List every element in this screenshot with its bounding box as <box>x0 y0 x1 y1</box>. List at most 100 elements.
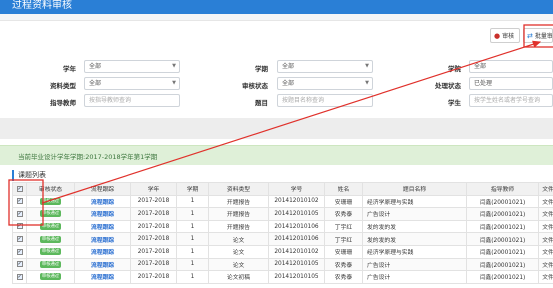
file-cell[interactable]: 文件 <box>538 270 553 284</box>
handle-select[interactable]: 已处理 <box>469 77 553 90</box>
row-checkbox[interactable]: ✓ <box>16 273 23 280</box>
type-label: 资料类型 <box>50 82 76 90</box>
track-cell[interactable]: 流程跟踪 <box>74 194 131 209</box>
row-select-cell[interactable]: ✓ <box>12 219 27 234</box>
teacher-cell: 闫鑫(20001021) <box>466 194 539 209</box>
college-select[interactable]: 全部 <box>469 60 553 73</box>
table-row[interactable]: ✓ 审核通过 流程跟踪 2017-2018 1 论文 201412010102 … <box>12 244 553 259</box>
track-cell[interactable]: 流程跟踪 <box>74 232 131 246</box>
track-link[interactable]: 流程跟踪 <box>91 200 114 206</box>
student-search-input[interactable]: 按学生姓名或者学号查询 <box>469 94 553 107</box>
track-link[interactable]: 流程跟踪 <box>91 263 114 269</box>
row-checkbox[interactable]: ✓ <box>16 248 23 255</box>
col-topic[interactable]: 题目名称 <box>362 182 467 196</box>
file-cell[interactable]: 文件 <box>538 207 553 221</box>
type-value: 全部 <box>89 80 102 87</box>
row-checkbox[interactable]: ✓ <box>16 261 23 268</box>
track-link[interactable]: 流程跟踪 <box>91 275 114 281</box>
row-select-cell[interactable]: ✓ <box>12 244 27 259</box>
col-term[interactable]: 学期 <box>176 182 209 196</box>
student-id-cell: 201412010106 <box>268 232 325 246</box>
status-select[interactable]: 全部 ▼ <box>277 77 373 90</box>
track-cell[interactable]: 流程跟踪 <box>74 219 131 234</box>
row-checkbox[interactable]: ✓ <box>16 223 23 230</box>
table-row[interactable]: ✓ 审核通过 流程跟踪 2017-2018 1 论文 201412010106 … <box>12 232 553 246</box>
term-cell: 1 <box>176 194 209 209</box>
status-badge: 审核通过 <box>39 248 62 256</box>
table-row[interactable]: ✓ 审核通过 流程跟踪 2017-2018 1 论文初稿 20141201010… <box>12 270 553 284</box>
file-cell[interactable]: 文件 <box>538 257 553 272</box>
row-select-cell[interactable]: ✓ <box>12 207 27 221</box>
year-label: 学年 <box>63 65 76 73</box>
caret-down-icon: ▼ <box>365 80 369 86</box>
track-cell[interactable]: 流程跟踪 <box>74 270 131 284</box>
table-header-row: ✓ 审核状态 流程跟踪 学年 学期 资料类型 学号 姓名 题目名称 指导教师 文… <box>12 182 553 196</box>
table-row[interactable]: ✓ 审核通过 流程跟踪 2017-2018 1 开题报告 20141201010… <box>12 207 553 221</box>
track-link[interactable]: 流程跟踪 <box>91 250 114 256</box>
file-cell[interactable]: 文件 <box>538 194 553 209</box>
topic-cell: 发的发的发 <box>362 232 467 246</box>
status-cell: 审核通过 <box>26 207 75 221</box>
col-file[interactable]: 文件 <box>538 182 553 196</box>
table-row[interactable]: ✓ 审核通过 流程跟踪 2017-2018 1 开题报告 20141201010… <box>12 219 553 234</box>
row-select-cell[interactable]: ✓ <box>12 194 27 209</box>
term-banner: 当前毕业设计学年学期:2017-2018学年第1学期 <box>0 145 553 165</box>
list-title: 课题列表 <box>12 170 72 181</box>
col-student-id[interactable]: 学号 <box>268 182 325 196</box>
select-all-checkbox[interactable]: ✓ <box>16 185 23 192</box>
type-select[interactable]: 全部 ▼ <box>84 77 180 90</box>
batch-review-button[interactable]: ⇄ 批量审核 <box>523 28 553 43</box>
col-status[interactable]: 审核状态 <box>26 182 75 196</box>
term-cell: 1 <box>176 219 209 234</box>
status-badge: 审核通过 <box>39 197 62 205</box>
col-name[interactable]: 姓名 <box>324 182 363 196</box>
track-link[interactable]: 流程跟踪 <box>91 238 114 244</box>
track-link[interactable]: 流程跟踪 <box>91 225 114 231</box>
row-checkbox[interactable]: ✓ <box>16 210 23 217</box>
review-label: 审核 <box>502 33 515 40</box>
teacher-search-input[interactable]: 按指导教师查询 <box>84 94 180 107</box>
file-cell[interactable]: 文件 <box>538 219 553 234</box>
topic-search-input[interactable]: 按题目名称查询 <box>277 94 373 107</box>
status-cell: 审核通过 <box>26 257 75 272</box>
row-checkbox[interactable]: ✓ <box>16 198 23 205</box>
col-year[interactable]: 学年 <box>130 182 177 196</box>
status-cell: 审核通过 <box>26 194 75 209</box>
topic-cell: 发的发的发 <box>362 219 467 234</box>
topic-label: 题目 <box>255 99 268 107</box>
row-select-cell[interactable]: ✓ <box>12 232 27 246</box>
file-cell[interactable]: 文件 <box>538 244 553 259</box>
table-row[interactable]: ✓ 审核通过 流程跟踪 2017-2018 1 开题报告 20141201010… <box>12 194 553 209</box>
track-cell[interactable]: 流程跟踪 <box>74 257 131 272</box>
col-teacher[interactable]: 指导教师 <box>466 182 539 196</box>
term-select[interactable]: 全部 ▼ <box>277 60 373 73</box>
student-label: 学生 <box>448 99 461 107</box>
teacher-cell: 闫鑫(20001021) <box>466 207 539 221</box>
col-type[interactable]: 资料类型 <box>208 182 269 196</box>
track-cell[interactable]: 流程跟踪 <box>74 244 131 259</box>
year-cell: 2017-2018 <box>130 194 177 209</box>
select-all-cell[interactable]: ✓ <box>12 182 27 196</box>
file-cell[interactable]: 文件 <box>538 232 553 246</box>
term-value: 全部 <box>282 63 295 70</box>
type-cell: 论文 <box>208 244 269 259</box>
status-value: 全部 <box>282 80 295 87</box>
year-select[interactable]: 全部 ▼ <box>84 60 180 73</box>
topic-placeholder: 按题目名称查询 <box>282 97 325 104</box>
row-checkbox[interactable]: ✓ <box>16 235 23 242</box>
student-id-cell: 201412010102 <box>268 244 325 259</box>
col-track[interactable]: 流程跟踪 <box>74 182 131 196</box>
track-link[interactable]: 流程跟踪 <box>91 212 114 218</box>
term-label: 学期 <box>255 65 268 73</box>
term-cell: 1 <box>176 244 209 259</box>
name-cell: 丁宇红 <box>324 232 363 246</box>
track-cell[interactable]: 流程跟踪 <box>74 207 131 221</box>
row-select-cell[interactable]: ✓ <box>12 257 27 272</box>
row-select-cell[interactable]: ✓ <box>12 270 27 284</box>
table-row[interactable]: ✓ 审核通过 流程跟踪 2017-2018 1 论文 201412010105 … <box>12 257 553 272</box>
status-label: 审核状态 <box>242 82 268 90</box>
teacher-cell: 闫鑫(20001021) <box>466 270 539 284</box>
batch-review-label: 批量审核 <box>534 33 553 40</box>
college-label: 学院 <box>448 65 461 73</box>
review-button[interactable]: ● 审核 <box>490 28 520 43</box>
